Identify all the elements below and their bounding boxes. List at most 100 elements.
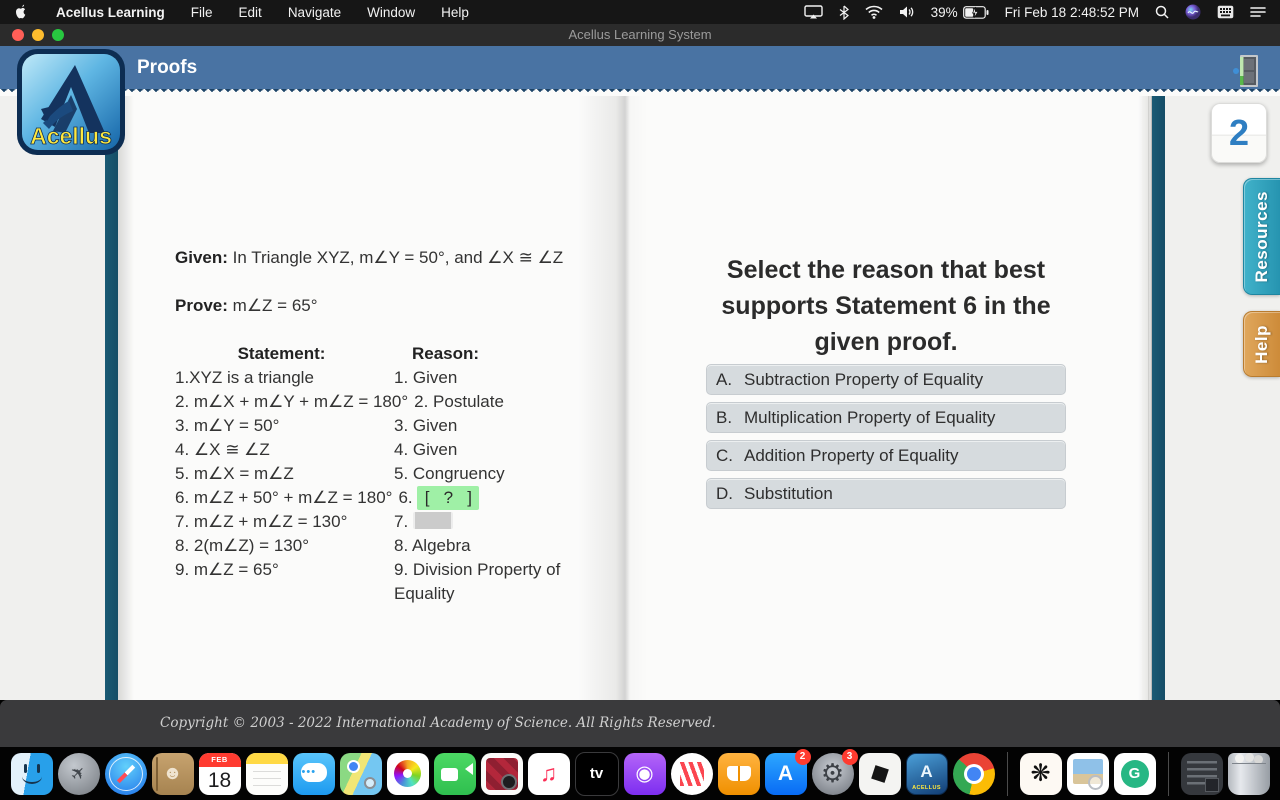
reason-6-number: 6. (398, 488, 412, 507)
statement-5: 5. m∠X = m∠Z (175, 462, 394, 486)
answer-option-c[interactable]: C. Addition Property of Equality (706, 440, 1066, 471)
dock-sysprefs-icon[interactable]: 3 (812, 753, 854, 795)
proof-row-7: 7. m∠Z + m∠Z = 130° 7. (175, 510, 566, 534)
menu-help[interactable]: Help (441, 5, 469, 20)
dock-music-icon[interactable] (528, 753, 570, 795)
dock-mixer-icon[interactable] (1181, 753, 1223, 795)
minimize-window-button[interactable] (32, 29, 44, 41)
screen-mirroring-icon[interactable] (804, 5, 823, 19)
page-perforation-edge (0, 89, 1280, 96)
calendar-month-label: FEB (199, 753, 241, 767)
reason-3: 3. Given (394, 414, 457, 438)
menu-edit[interactable]: Edit (239, 5, 262, 20)
dock-news-icon[interactable] (671, 753, 713, 795)
reason-4: 4. Given (394, 438, 457, 462)
dock-appstore-icon[interactable]: 2 (765, 753, 807, 795)
menu-clock[interactable]: Fri Feb 18 2:48:52 PM (1005, 5, 1139, 20)
reason-9: 9. Division Property of Equality (394, 558, 566, 606)
window-title-bar: Acellus Learning System (0, 24, 1280, 46)
reason-7-number: 7. (394, 512, 408, 531)
dock-appletv-icon[interactable]: tv (575, 752, 619, 796)
help-tab[interactable]: Help (1243, 311, 1280, 377)
dock-nodenet-icon[interactable] (1020, 753, 1062, 795)
reason-5: 5. Congruency (394, 462, 505, 486)
dock-notes-icon[interactable] (246, 753, 288, 795)
dock-appletv-glyph: tv (590, 765, 603, 782)
dock-finder-icon[interactable] (11, 753, 53, 795)
statement-3: 3. m∠Y = 50° (175, 414, 394, 438)
answer-option-d[interactable]: D. Substitution (706, 478, 1066, 509)
menu-file[interactable]: File (191, 5, 213, 20)
proof-table: 1.XYZ is a triangle 1. Given 2. m∠X + m∠… (175, 366, 566, 606)
dock-acellus-glyph: A (920, 762, 932, 782)
option-a-letter: A. (707, 370, 744, 390)
menu-app-name[interactable]: Acellus Learning (56, 5, 165, 20)
given-label: Given: (175, 248, 228, 267)
dock-preview-icon[interactable] (1067, 753, 1109, 795)
zoom-window-button[interactable] (52, 29, 64, 41)
resources-tab[interactable]: Resources (1243, 178, 1280, 295)
dock-messages-icon[interactable] (293, 753, 335, 795)
dock-acellus-subtext: ACELLUS (907, 785, 947, 791)
dock-photobooth-icon[interactable] (481, 753, 523, 795)
apple-menu-icon[interactable] (14, 4, 28, 20)
option-b-text: Multiplication Property of Equality (744, 408, 995, 428)
dock-podcasts-icon[interactable] (624, 753, 666, 795)
exit-door-icon[interactable] (1232, 52, 1264, 90)
dock-trash-icon[interactable] (1228, 753, 1270, 795)
book-edge-left (105, 96, 118, 700)
statement7-pending-blank (413, 512, 453, 529)
dock-roblox-icon[interactable] (859, 753, 901, 795)
close-window-button[interactable] (12, 29, 24, 41)
dock: FEB18tv23AACELLUSG (0, 747, 1280, 800)
reason-2: 2. Postulate (414, 390, 504, 414)
wifi-icon[interactable] (865, 5, 883, 19)
answer-option-a[interactable]: A. Subtraction Property of Equality (706, 364, 1066, 395)
dock-chrome-icon[interactable] (953, 753, 995, 795)
statement-9: 9. m∠Z = 65° (175, 558, 394, 582)
reason-6: 6. [ ? ] (398, 486, 479, 510)
prove-text: m∠Z = 65° (233, 296, 318, 315)
proof-table-header: Statement: Reason: (175, 342, 479, 366)
dock-contacts-icon[interactable] (152, 753, 194, 795)
dock-books-icon[interactable] (718, 753, 760, 795)
option-a-text: Subtraction Property of Equality (744, 370, 983, 390)
statement-2: 2. m∠X + m∠Y + m∠Z = 180° (175, 390, 414, 414)
dock-facetime-icon[interactable] (434, 753, 476, 795)
bluetooth-icon[interactable] (839, 5, 849, 20)
control-center-icon[interactable] (1250, 6, 1266, 18)
notification-badge: 3 (842, 749, 858, 765)
footer-bar: Copyright © 2003 - 2022 International Ac… (0, 700, 1280, 747)
volume-icon[interactable] (899, 5, 915, 19)
proof-row-8: 8. 2(m∠Z) = 130° 8. Algebra (175, 534, 566, 558)
book-edge-right (1152, 96, 1165, 700)
option-d-text: Substitution (744, 484, 833, 504)
menu-window[interactable]: Window (367, 5, 415, 20)
reason-7: 7. (394, 510, 453, 534)
statement-6: 6. m∠Z + 50° + m∠Z = 180° (175, 486, 398, 510)
dock-grammarly-icon[interactable]: G (1114, 753, 1156, 795)
answer-option-b[interactable]: B. Multiplication Property of Equality (706, 402, 1066, 433)
spotlight-search-icon[interactable] (1155, 5, 1169, 19)
prove-label: Prove: (175, 296, 228, 315)
dock-maps-icon[interactable] (340, 753, 382, 795)
input-source-icon[interactable] (1217, 5, 1234, 19)
screen: { "colors": { "header_blue": "#4973a3", … (0, 0, 1280, 800)
calendar-day-label: 18 (199, 767, 241, 795)
dock-calendar-icon[interactable]: FEB18 (199, 753, 241, 795)
menu-navigate[interactable]: Navigate (288, 5, 341, 20)
statement-column-header: Statement: (175, 342, 388, 366)
proof-row-9: 9. m∠Z = 65° 9. Division Property of Equ… (175, 558, 566, 606)
statement6-answer-blank: [ ? ] (417, 486, 479, 510)
dock-acellus-icon[interactable]: A ACELLUS (906, 753, 948, 795)
given-line: Given: In Triangle XYZ, m∠Y = 50°, and ∠… (175, 246, 563, 270)
battery-charging-icon[interactable] (963, 6, 989, 19)
statement-7: 7. m∠Z + m∠Z = 130° (175, 510, 394, 534)
question-panel: Select the reason that best supports Sta… (700, 252, 1072, 360)
dock-launchpad-icon[interactable] (58, 753, 100, 795)
proof-row-6: 6. m∠Z + 50° + m∠Z = 180° 6. [ ? ] (175, 486, 566, 510)
dock-safari-icon[interactable] (105, 753, 147, 795)
proof-row-5: 5. m∠X = m∠Z 5. Congruency (175, 462, 566, 486)
dock-photos-icon[interactable] (387, 753, 429, 795)
siri-icon[interactable] (1185, 4, 1201, 20)
